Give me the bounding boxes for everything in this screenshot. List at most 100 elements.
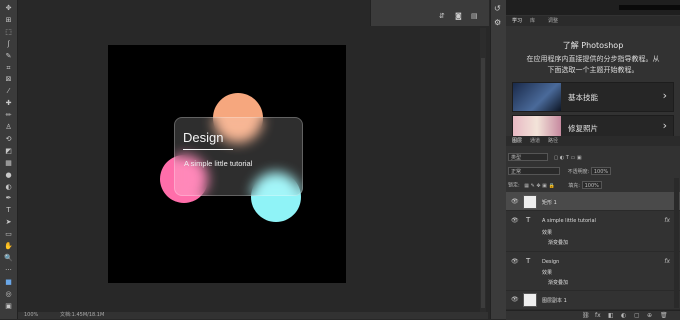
zoom-icon[interactable]: 🔍 [3, 254, 14, 263]
fill-value: 100% [584, 183, 599, 189]
layer-name: A simple little tutorial [542, 218, 596, 224]
path-select-icon[interactable]: ➤ [3, 218, 14, 227]
panel-header [506, 0, 680, 15]
filter-kind-value: 类型 [511, 155, 522, 161]
trash-icon[interactable]: ▤ [471, 12, 478, 20]
layer-rectangle-1[interactable]: 👁 矩形 1 [506, 192, 680, 211]
stamp-icon[interactable]: ♙ [3, 123, 14, 132]
opacity-field[interactable]: 100% [590, 167, 612, 175]
crop-icon[interactable]: ⌗ [3, 64, 14, 73]
fx-icon[interactable]: fx [664, 258, 670, 265]
link-layers-icon[interactable]: ⛓ [582, 312, 590, 319]
doc-info: 文档:1.45M/18.1M [60, 312, 105, 318]
layers-tabs: 图层 通道 路径 [506, 136, 680, 146]
learn-card-basic-skills[interactable]: 基本技能 › [512, 82, 674, 112]
eye-icon[interactable]: 👁 [511, 296, 519, 303]
effect-gradient-overlay: 渐变叠加 [548, 240, 569, 246]
panel-icon-column: ↺ ⚙ [490, 0, 507, 319]
canvas-area[interactable]: Design A simple little tutorial [18, 0, 488, 312]
eye-icon[interactable]: 👁 [511, 217, 519, 224]
floating-panel-strip: ⇵ ◙ ▤ [370, 0, 489, 26]
blend-row: 正常 不透明度: 100% [508, 167, 612, 175]
frame-icon[interactable]: ⊠ [3, 75, 14, 84]
layer-image-copy[interactable]: 👁 图层副本 1 [506, 291, 680, 310]
lasso-icon[interactable]: ʃ [3, 40, 14, 49]
card-thumbnail [513, 83, 561, 111]
group-icon[interactable]: ▢ [634, 312, 640, 319]
tab-adjustments[interactable]: 调整 [548, 17, 558, 25]
card-label: 基本技能 [568, 93, 598, 102]
tab-layers[interactable]: 图层 [512, 137, 522, 145]
fill-field[interactable]: 100% [581, 181, 602, 189]
history-brush-icon[interactable]: ⟲ [3, 135, 14, 144]
canvas-scrollbar[interactable] [480, 28, 486, 312]
fx-icon[interactable]: fx [664, 217, 670, 224]
tab-learn[interactable]: 学习 [512, 17, 522, 25]
eraser-icon[interactable]: ◩ [3, 147, 14, 156]
filter-kind-select[interactable]: 类型 [508, 153, 548, 161]
learn-tabs: 学习 库 调整 [506, 16, 680, 26]
sync-icon[interactable]: ⇵ [439, 12, 445, 20]
blur-icon[interactable]: ● [3, 171, 14, 180]
tab-libraries[interactable]: 库 [530, 17, 535, 25]
search-bar[interactable] [619, 5, 680, 10]
camera-icon[interactable]: ◙ [455, 12, 462, 20]
history-icon[interactable]: ↺ [494, 4, 501, 13]
marquee-icon[interactable]: ⬚ [3, 28, 14, 37]
tools-panel: ✥ ⊞ ⬚ ʃ ✎ ⌗ ⊠ ⁄ ✚ ✏ ♙ ⟲ ◩ ▦ ● ◐ ✒ T ➤ ▭ ✋ 🔍 ··· ■ ◎ ▣ [0, 0, 18, 319]
layer-thumbnail [523, 195, 537, 209]
quick-mask-icon[interactable]: ◎ [3, 290, 14, 299]
blend-mode-select[interactable]: 正常 [508, 167, 560, 175]
eyedropper-icon[interactable]: ⁄ [3, 87, 14, 96]
scrollbar-thumb[interactable] [481, 58, 485, 308]
rectangle-icon[interactable]: ▭ [3, 230, 14, 239]
eye-icon[interactable]: 👁 [511, 198, 519, 205]
card-title: Design [183, 130, 224, 145]
dodge-icon[interactable]: ◐ [3, 183, 14, 192]
tab-channels[interactable]: 通道 [530, 137, 540, 145]
delete-layer-icon[interactable]: 🗑 [660, 312, 668, 319]
card-label: 修复照片 [568, 124, 598, 133]
title-underline [183, 149, 233, 150]
filter-icons: ▢ ◐ T ▭ ▣ [553, 154, 582, 161]
type-icon[interactable]: T [3, 206, 14, 215]
lock-row: 锁定: ▦ ✎ ✥ ▣ 🔒 填充: 100% [508, 181, 602, 189]
layers-scrollbar[interactable] [674, 178, 679, 308]
brush-icon[interactable]: ✏ [3, 111, 14, 120]
effect-gradient-overlay: 渐变叠加 [548, 280, 569, 286]
screen-mode-icon[interactable]: ▣ [3, 302, 14, 311]
adjustment-layer-icon[interactable]: ◐ [621, 312, 626, 319]
layer-mask-icon[interactable]: ◧ [608, 312, 614, 319]
layer-text-design[interactable]: 👁 T Design fx 效果 渐变叠加 [506, 252, 680, 291]
move-icon[interactable]: ✥ [3, 4, 14, 13]
status-bar: 100% 文档:1.45M/18.1M [18, 312, 488, 319]
hand-icon[interactable]: ✋ [3, 242, 14, 251]
properties-icon[interactable]: ⚙ [494, 18, 501, 27]
document-canvas[interactable]: Design A simple little tutorial [108, 45, 346, 283]
layer-filter-row: 类型 ▢ ◐ T ▭ ▣ [508, 153, 582, 161]
eye-icon[interactable]: 👁 [511, 258, 519, 265]
learn-description: 在应用程序内直接提供的分步指导教程。从 下面选取一个主题开始教程。 [506, 54, 680, 76]
fx-icon[interactable]: fx [595, 312, 601, 319]
learn-card-fix-photo[interactable]: 修复照片 › [512, 115, 674, 137]
artboard-icon[interactable]: ⊞ [3, 16, 14, 25]
lock-icons[interactable]: ▦ ✎ ✥ ▣ 🔒 [524, 183, 554, 189]
more-icon[interactable]: ··· [3, 266, 14, 275]
effects-label: 效果 [542, 230, 553, 236]
quick-select-icon[interactable]: ✎ [3, 52, 14, 61]
pen-icon[interactable]: ✒ [3, 194, 14, 203]
card-subtitle: A simple little tutorial [184, 159, 253, 168]
lock-label: 锁定: [508, 182, 520, 189]
glass-card: Design A simple little tutorial [174, 117, 303, 196]
gradient-icon[interactable]: ▦ [3, 159, 14, 168]
chevron-right-icon: › [662, 119, 667, 132]
layer-text-subtitle[interactable]: 👁 T A simple little tutorial fx 效果 渐变叠加 [506, 211, 680, 252]
color-swatch[interactable]: ■ [3, 278, 14, 287]
tab-paths[interactable]: 路径 [548, 137, 558, 145]
zoom-level[interactable]: 100% [24, 312, 38, 319]
new-layer-icon[interactable]: ⊕ [647, 312, 652, 319]
fill-label: 填充: [568, 182, 580, 189]
card-thumbnail [513, 116, 561, 136]
healing-icon[interactable]: ✚ [3, 99, 14, 108]
opacity-label: 不透明度: [567, 168, 590, 175]
